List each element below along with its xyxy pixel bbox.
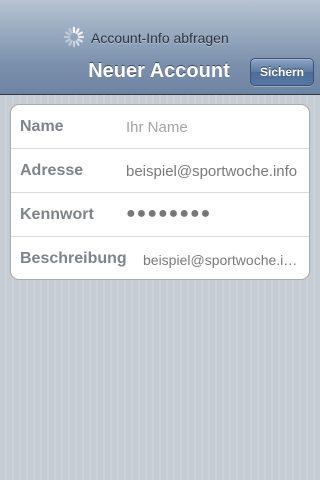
prompt-text: Account-Info abfragen <box>91 30 229 46</box>
description-field[interactable]: beispiel@sportwoche.info <box>143 252 301 268</box>
activity-spinner-icon <box>63 26 85 48</box>
password-label: Kennwort <box>20 206 94 223</box>
name-field[interactable]: Ihr Name <box>126 119 301 136</box>
navigation-bar: Account-Info abfragen Neuer Account Sich… <box>0 0 320 95</box>
form-row-description[interactable]: Beschreibung beispiel@sportwoche.info <box>11 237 309 279</box>
account-form: Name Ihr Name Adresse beispiel@sportwoch… <box>10 104 310 280</box>
name-label: Name <box>20 118 64 135</box>
password-field[interactable]: ●●●●●●●● <box>126 205 301 223</box>
save-button[interactable]: Sichern <box>250 58 314 86</box>
form-row-password[interactable]: Kennwort ●●●●●●●● <box>11 193 309 237</box>
address-label: Adresse <box>20 162 84 179</box>
form-row-name[interactable]: Name Ihr Name <box>11 105 309 149</box>
status-prompt: Account-Info abfragen <box>0 26 320 50</box>
address-field[interactable]: beispiel@sportwoche.info <box>126 163 306 180</box>
description-label: Beschreibung <box>20 250 127 267</box>
form-row-address[interactable]: Adresse beispiel@sportwoche.info <box>11 149 309 193</box>
